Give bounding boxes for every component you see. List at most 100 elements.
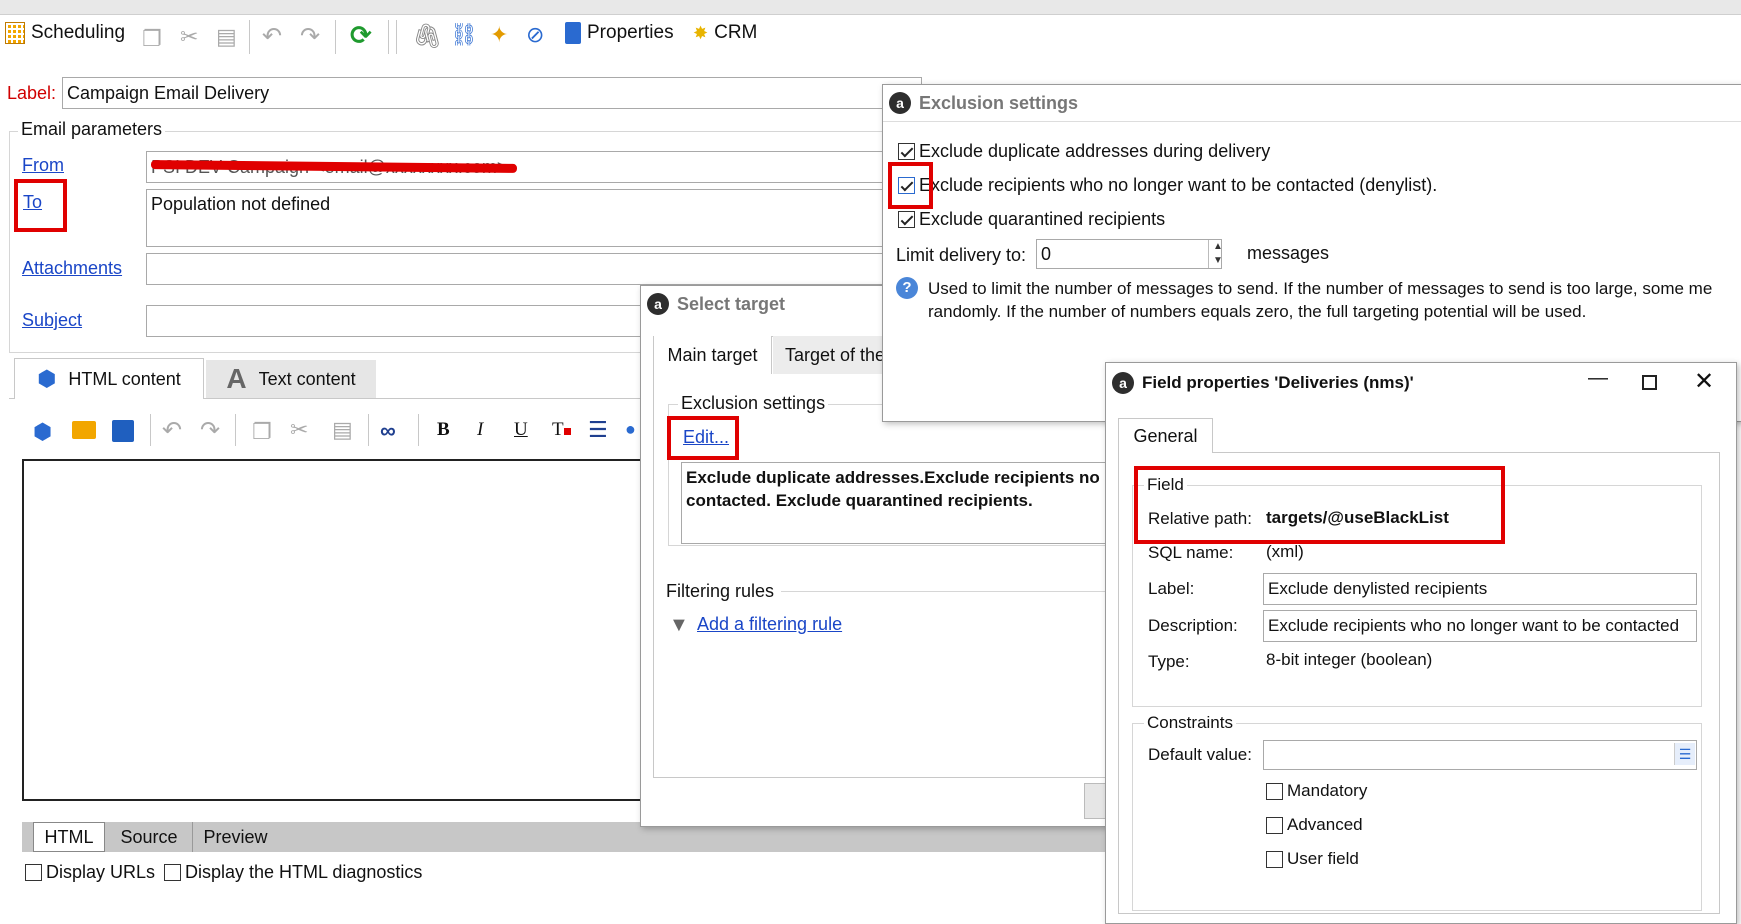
cut-icon[interactable]: ✂: [180, 24, 198, 50]
denylist-highlight-box: [888, 162, 933, 209]
italic-icon[interactable]: I: [477, 419, 483, 441]
app-logo-icon: a: [647, 293, 669, 315]
description-field[interactable]: Exclude recipients who no longer want to…: [1263, 610, 1697, 642]
label-label: Label:: [1148, 579, 1195, 598]
new-doc-icon[interactable]: ⬢: [33, 419, 52, 445]
tab-preview[interactable]: Preview: [192, 822, 278, 852]
app-logo-icon: a: [889, 92, 911, 114]
display-diagnostics-checkbox[interactable]: [164, 864, 181, 881]
undo-icon[interactable]: ↶: [262, 22, 282, 51]
tab-target-of-the[interactable]: Target of the: [773, 336, 893, 374]
opt-duplicates-checkbox[interactable]: [898, 143, 915, 160]
default-value-input[interactable]: [1263, 740, 1697, 770]
scheduling-button[interactable]: Scheduling: [5, 22, 125, 44]
constraints-group-title: Constraints: [1144, 713, 1236, 733]
filter-icon: ▼: [669, 614, 689, 636]
opt-denylist[interactable]: Exclude recipients who no longer want to…: [898, 175, 1437, 196]
sql-name-label: SQL name:: [1148, 543, 1234, 562]
advanced-option[interactable]: Advanced: [1266, 815, 1363, 835]
opt-duplicates[interactable]: Exclude duplicate addresses during deliv…: [898, 141, 1270, 162]
mandatory-checkbox[interactable]: [1266, 782, 1283, 800]
opt-quarantine-checkbox[interactable]: [898, 211, 915, 228]
properties-button[interactable]: Properties: [565, 22, 674, 44]
toolbar-separator: [249, 20, 250, 54]
close-icon[interactable]: ✕: [1694, 367, 1714, 396]
find-icon[interactable]: ∞: [380, 418, 396, 444]
minimize-icon[interactable]: —: [1588, 367, 1608, 390]
field-properties-window: a Field properties 'Deliveries (nms)' — …: [1105, 362, 1737, 924]
from-field[interactable]: PSI DEV Campaign <email@xxxxxxxx.com>: [146, 151, 906, 183]
relative-path-highlight-box: [1134, 466, 1505, 544]
copy-icon[interactable]: ❐: [142, 26, 162, 52]
toolbar-separator: [150, 414, 151, 446]
list-icon[interactable]: ☰: [588, 417, 608, 443]
opt-quarantine[interactable]: Exclude quarantined recipients: [898, 209, 1165, 230]
toolbar-separator: [418, 414, 419, 446]
display-urls-option[interactable]: Display URLs: [25, 862, 155, 883]
default-value-label: Default value:: [1148, 745, 1252, 764]
folder-icon[interactable]: [72, 421, 96, 439]
tab-general[interactable]: General: [1118, 418, 1213, 453]
redo-icon[interactable]: ↷: [200, 416, 220, 445]
more-icon[interactable]: ●: [625, 419, 636, 440]
toolbar-separator: [335, 20, 336, 54]
attachment-icon[interactable]: 🖇: [412, 22, 442, 51]
save-icon[interactable]: [112, 420, 134, 442]
crm-icon: ✸: [693, 22, 709, 43]
edit-highlight-box: [667, 416, 739, 460]
gift-icon[interactable]: ✦: [490, 22, 508, 48]
maximize-icon[interactable]: [1642, 375, 1657, 390]
mandatory-option[interactable]: Mandatory: [1266, 781, 1367, 801]
email-parameters-title: Email parameters: [18, 119, 166, 140]
type-label: Type:: [1148, 652, 1190, 671]
help-icon: ?: [896, 277, 918, 299]
attachments-link[interactable]: Attachments: [22, 258, 122, 279]
redo-icon[interactable]: ↷: [300, 22, 320, 51]
tracking-icon[interactable]: ⊘: [526, 22, 544, 48]
expression-editor-icon[interactable]: ☰: [1674, 743, 1695, 765]
exclusion-titlebar-divider: [883, 121, 1741, 122]
exclusion-settings-titlebar: a Exclusion settings: [883, 85, 1741, 121]
text-color-icon[interactable]: T: [552, 419, 571, 441]
from-link[interactable]: From: [22, 155, 64, 176]
bold-icon[interactable]: B: [437, 419, 450, 441]
text-content-icon: A: [226, 363, 247, 394]
limit-spinner[interactable]: ▲ ▼: [1208, 240, 1227, 268]
limit-input[interactable]: 0: [1036, 239, 1222, 269]
advanced-checkbox[interactable]: [1266, 816, 1283, 834]
tab-main-target[interactable]: Main target: [654, 336, 772, 374]
paste-icon[interactable]: ▤: [332, 417, 353, 443]
tab-source[interactable]: Source: [110, 822, 188, 852]
copy-icon[interactable]: ❐: [252, 419, 272, 445]
underline-icon[interactable]: U: [514, 419, 528, 441]
tab-html[interactable]: HTML: [33, 822, 105, 852]
to-field[interactable]: Population not defined: [146, 189, 906, 247]
limit-label: Limit delivery to:: [896, 245, 1027, 265]
user-field-option[interactable]: User field: [1266, 849, 1359, 869]
paste-icon[interactable]: ▤: [216, 24, 237, 50]
cut-icon[interactable]: ✂: [290, 417, 308, 443]
add-filtering-rule-link[interactable]: Add a filtering rule: [697, 614, 842, 635]
refresh-icon[interactable]: ⟳: [350, 20, 372, 51]
display-diagnostics-option[interactable]: Display the HTML diagnostics: [164, 862, 422, 883]
label-input[interactable]: Campaign Email Delivery: [62, 77, 922, 109]
limit-unit: messages: [1247, 243, 1330, 263]
user-field-checkbox[interactable]: [1266, 850, 1283, 868]
target-exclusion-title: Exclusion settings: [678, 393, 829, 414]
link-icon[interactable]: ⛓: [450, 22, 478, 48]
label-field[interactable]: Exclude denylisted recipients: [1263, 573, 1697, 605]
to-highlight-box: [14, 179, 67, 232]
type-value: 8-bit integer (boolean): [1266, 650, 1433, 669]
display-urls-checkbox[interactable]: [25, 864, 42, 881]
tab-html-content[interactable]: ⬢ HTML content: [14, 358, 204, 399]
help-text: Used to limit the number of messages to …: [928, 279, 1713, 321]
undo-icon[interactable]: ↶: [162, 416, 182, 445]
tab-text-content[interactable]: A Text content: [206, 360, 376, 398]
crm-button[interactable]: ✸ CRM: [693, 22, 757, 44]
app-logo-icon: a: [1112, 372, 1134, 394]
toolbar-separator: [368, 414, 369, 446]
menubar: [0, 0, 1741, 15]
attachments-field[interactable]: [146, 253, 906, 285]
subject-link[interactable]: Subject: [22, 310, 82, 331]
calendar-icon: [5, 22, 25, 44]
